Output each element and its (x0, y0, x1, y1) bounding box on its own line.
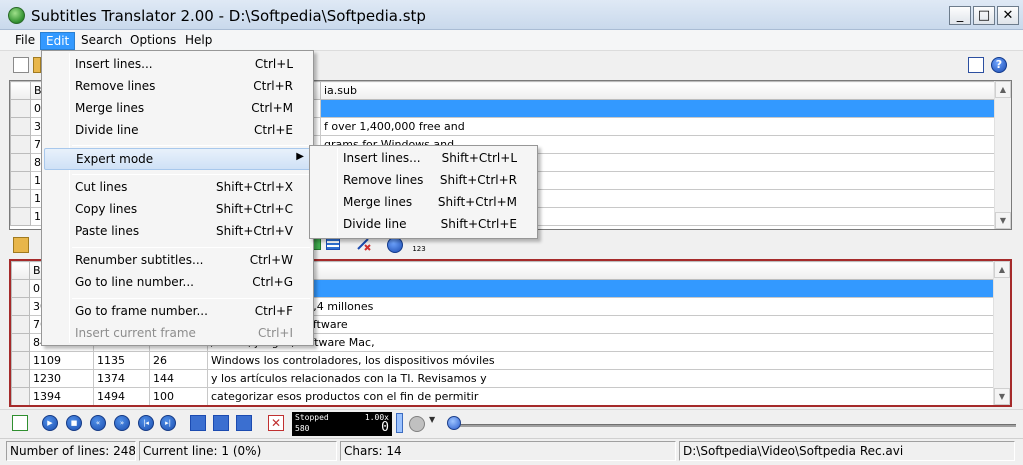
menu-item-insert-current-frame: Insert current frame Ctrl+I (75, 326, 293, 340)
open-translation-icon[interactable] (13, 237, 29, 253)
menu-search[interactable]: Search (76, 32, 127, 50)
menu-item-remove-lines[interactable]: Remove lines Ctrl+R (44, 76, 311, 98)
set-end-icon[interactable] (213, 415, 229, 431)
help-icon[interactable]: ? (991, 57, 1007, 73)
column-header-text[interactable]: ia.sub (320, 81, 997, 100)
vertical-scrollbar[interactable]: ▲ ▼ (993, 261, 1010, 405)
submenu-item-divide-line[interactable]: Divide line Shift+Ctrl+E (312, 214, 535, 236)
close-button[interactable]: ✕ (997, 6, 1019, 25)
status-bar: Number of lines: 248 Current line: 1 (0%… (0, 438, 1023, 465)
set-start-icon[interactable] (190, 415, 206, 431)
menu-item-cut-lines[interactable]: Cut lines Shift+Ctrl+X (44, 177, 311, 199)
menu-help[interactable]: Help (180, 32, 217, 50)
status-current-line: Current line: 1 (0%) (139, 441, 337, 461)
playback-display: Stopped 580 1.00x 0 (292, 412, 392, 436)
scroll-up-icon[interactable]: ▲ (994, 261, 1010, 278)
maximize-button[interactable]: □ (973, 6, 995, 25)
menu-item-divide-line[interactable]: Divide line Ctrl+E (44, 120, 311, 142)
submenu-item-remove-lines[interactable]: Remove lines Shift+Ctrl+R (312, 170, 535, 192)
translate-arrow-icon[interactable] (356, 237, 372, 253)
edit-document-icon[interactable] (968, 57, 984, 73)
column-header-text[interactable]: ia Translated.sub (207, 261, 996, 280)
stop-icon[interactable]: ■ (66, 415, 82, 431)
scroll-down-icon[interactable]: ▼ (995, 212, 1011, 229)
player-controls: ▶ ■ « » |◂ ▸| ✕ Stopped 580 1.00x 0 ▼ (0, 409, 1023, 437)
status-line-count: Number of lines: 248 (6, 441, 136, 461)
title-bar: Subtitles Translator 2.00 - D:\Softpedia… (0, 0, 1023, 30)
skip-end-icon[interactable]: ▸| (160, 415, 176, 431)
menu-item-paste-lines[interactable]: Paste lines Shift+Ctrl+V (44, 221, 311, 243)
volume-bar-icon[interactable] (396, 413, 403, 433)
menu-item-insert-lines[interactable]: Insert lines... Ctrl+L (44, 54, 311, 76)
expert-mode-submenu: Insert lines... Shift+Ctrl+L Remove lines… (309, 145, 538, 239)
status-video-path: D:\Softpedia\Video\Softpedia Rec.avi (679, 441, 1015, 461)
seek-track[interactable] (456, 424, 1016, 427)
status-chars: Chars: 14 (340, 441, 676, 461)
close-video-icon[interactable]: ✕ (268, 415, 284, 431)
app-globe-icon (8, 7, 25, 24)
vertical-scrollbar[interactable]: ▲ ▼ (994, 81, 1011, 229)
rewind-icon[interactable]: « (90, 415, 106, 431)
table-row[interactable]: 1394 1494 100 categorizar esos productos co… (11, 387, 996, 405)
fast-forward-icon[interactable]: » (114, 415, 130, 431)
skip-start-icon[interactable]: |◂ (138, 415, 154, 431)
minimize-button[interactable]: _ (949, 6, 971, 25)
new-file-icon[interactable] (13, 57, 29, 73)
open-file-icon[interactable] (33, 57, 41, 73)
table-icon[interactable] (326, 238, 340, 250)
table-row[interactable]: 1109 1135 26 Windows los controladores, los… (11, 351, 996, 370)
menu-item-merge-lines[interactable]: Merge lines Ctrl+M (44, 98, 311, 120)
submenu-item-insert-lines[interactable]: Insert lines... Shift+Ctrl+L (312, 148, 535, 170)
submenu-item-merge-lines[interactable]: Merge lines Shift+Ctrl+M (312, 192, 535, 214)
menu-bar: File Edit Search Options Help (0, 30, 1023, 51)
menu-item-renumber[interactable]: Renumber subtitles... Ctrl+W (44, 250, 311, 272)
menu-file[interactable]: File (10, 32, 40, 50)
submenu-arrow-icon: ▶ (296, 151, 304, 162)
set-both-icon[interactable] (236, 415, 252, 431)
menu-item-go-to-line[interactable]: Go to line number... Ctrl+G (44, 272, 311, 294)
menu-options[interactable]: Options (125, 32, 181, 50)
menu-item-copy-lines[interactable]: Copy lines Shift+Ctrl+C (44, 199, 311, 221)
menu-item-expert-mode[interactable]: Expert mode ▶ (44, 148, 311, 170)
menu-item-go-to-frame[interactable]: Go to frame number... Ctrl+F (44, 301, 311, 323)
scroll-down-icon[interactable]: ▼ (994, 388, 1010, 405)
seek-thumb[interactable] (447, 416, 461, 430)
play-icon[interactable]: ▶ (42, 415, 58, 431)
speaker-icon[interactable] (409, 416, 425, 432)
dropdown-arrow-icon[interactable]: ▼ (429, 415, 439, 431)
table-row[interactable]: 1230 1374 144 y los artículos relacionados … (11, 369, 996, 388)
edit-menu: Insert lines... Ctrl+L Remove lines Ctrl+R… (41, 50, 314, 346)
window-title: Subtitles Translator 2.00 - D:\Softpedia… (31, 7, 426, 25)
scroll-up-icon[interactable]: ▲ (995, 81, 1011, 98)
stop-translate-icon[interactable] (387, 237, 403, 253)
video-open-icon[interactable] (12, 415, 28, 431)
menu-edit[interactable]: Edit (40, 32, 76, 50)
